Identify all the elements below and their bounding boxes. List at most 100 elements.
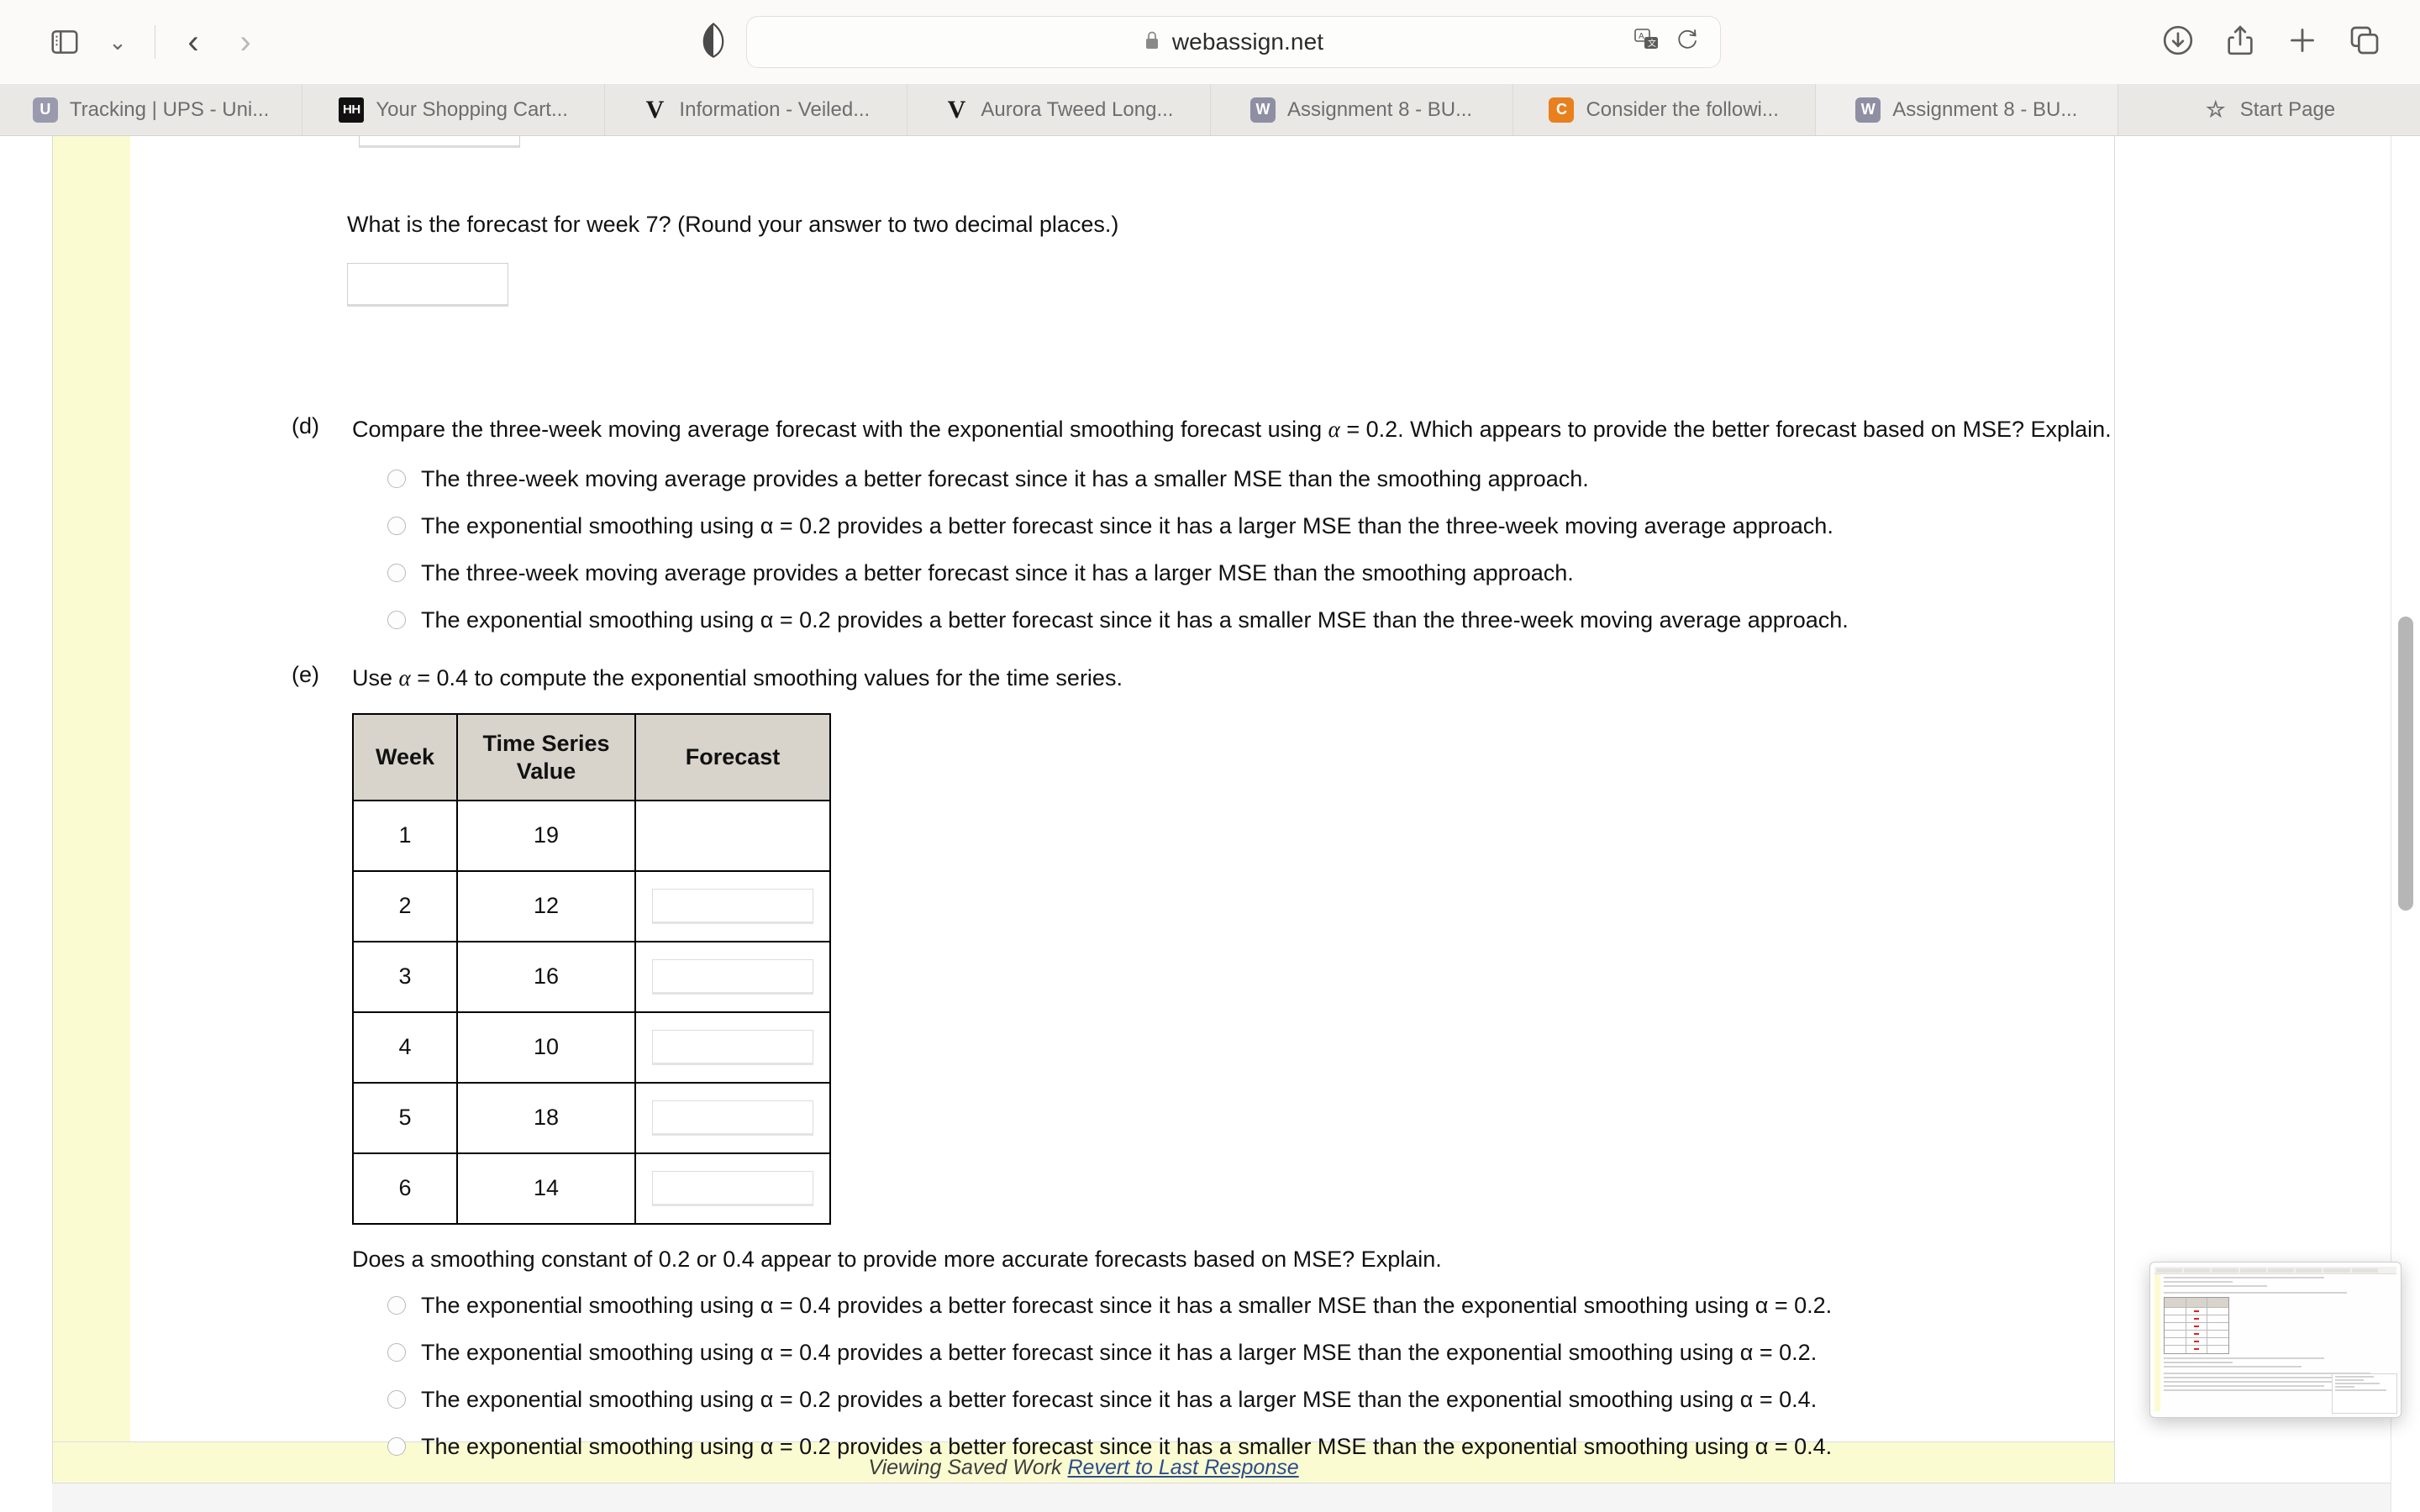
saved-work-stripe <box>53 136 130 1441</box>
radio-option-label: The exponential smoothing using α = 0.2 … <box>421 1387 1818 1413</box>
radio-button[interactable] <box>387 1390 406 1410</box>
radio-button[interactable] <box>387 611 406 630</box>
part-d-options: The three-week moving average provides a… <box>352 465 2266 635</box>
webassign-content: What is the forecast for week 7? (Round … <box>0 136 2420 1512</box>
share-icon[interactable] <box>2223 24 2257 61</box>
browser-chrome: ⌄ ‹ › webassign.net A 文 U Tracking | UPS… <box>0 0 2420 136</box>
radio-option[interactable]: The three-week moving average provides a… <box>352 465 2266 494</box>
table-row: 5 18 <box>352 1081 831 1154</box>
thumbnail-inset-preview <box>2332 1373 2397 1414</box>
browser-tab[interactable]: V Aurora Tweed Long... <box>908 84 1211 135</box>
forecast-input[interactable] <box>652 888 813 924</box>
forecast-input[interactable] <box>652 1170 813 1206</box>
forecast-input[interactable] <box>652 958 813 995</box>
table-head: Week Time Series Value Forecast <box>352 713 831 801</box>
radio-option[interactable]: The exponential smoothing using α = 0.2 … <box>352 1385 2266 1415</box>
tab-label: Tracking | UPS - Uni... <box>69 97 270 121</box>
part-e-content: Use α = 0.4 to compute the exponential s… <box>352 662 2266 1479</box>
reload-icon[interactable] <box>1676 28 1700 57</box>
tab-label: Aurora Tweed Long... <box>981 97 1174 121</box>
forecast-week7-prompt: What is the forecast for week 7? (Round … <box>347 212 1119 237</box>
chevron-down-icon[interactable]: ⌄ <box>91 16 143 68</box>
forecast-input[interactable] <box>652 1100 813 1136</box>
browser-tab[interactable]: C Consider the followi... <box>1512 84 1816 135</box>
question-part-d: (d) Compare the three-week moving averag… <box>292 413 2266 654</box>
url-text: webassign.net <box>1171 29 1324 55</box>
cell-forecast <box>634 1011 831 1084</box>
cell-week: 2 <box>352 869 458 942</box>
favicon-webassign-icon: W <box>1250 97 1276 123</box>
toolbar-right-group <box>2161 24 2381 61</box>
tab-label: Information - Veiled... <box>679 97 871 121</box>
browser-toolbar: ⌄ ‹ › webassign.net A 文 <box>0 0 2420 84</box>
favicon-hh-icon: HH <box>339 97 365 123</box>
part-d-prompt: Compare the three-week moving average fo… <box>352 413 2266 446</box>
radio-button[interactable] <box>387 1343 406 1362</box>
radio-button[interactable] <box>387 517 406 536</box>
radio-option[interactable]: The exponential smoothing using α = 0.4 … <box>352 1291 2266 1320</box>
browser-tab[interactable]: U Tracking | UPS - Uni... <box>0 84 303 135</box>
browser-tab-active[interactable]: W Assignment 8 - BU... <box>1815 84 2118 135</box>
scrollbar-thumb[interactable] <box>2398 617 2413 911</box>
downloads-icon[interactable] <box>2161 24 2195 61</box>
cell-week: 6 <box>352 1152 458 1225</box>
column-header-time-series-value: Time Series Value <box>456 713 636 801</box>
browser-tab[interactable]: HH Your Shopping Cart... <box>302 84 606 135</box>
question-panel: What is the forecast for week 7? (Round … <box>52 136 2115 1496</box>
browser-tab[interactable]: V Information - Veiled... <box>605 84 908 135</box>
radio-option[interactable]: The exponential smoothing using α = 0.2 … <box>352 512 2266 541</box>
cell-time-series-value: 12 <box>456 869 636 942</box>
table-row: 1 19 <box>352 799 831 872</box>
time-series-table: Week Time Series Value Forecast 1 19 2 1… <box>352 713 831 1225</box>
part-d-label: (d) <box>292 413 319 438</box>
table-row: 6 14 <box>352 1152 831 1225</box>
part-d-prompt-post: = 0.2. Which appears to provide the bett… <box>1339 417 2112 442</box>
radio-option[interactable]: The three-week moving average provides a… <box>352 559 2266 588</box>
part-e-prompt-post: = 0.4 to compute the exponential smoothi… <box>410 665 1123 690</box>
radio-button[interactable] <box>387 564 406 583</box>
plus-icon[interactable] <box>2286 24 2319 61</box>
cell-time-series-value: 14 <box>456 1152 636 1225</box>
toolbar-left-group: ⌄ ‹ › <box>39 16 271 68</box>
cell-week: 4 <box>352 1011 458 1084</box>
cell-time-series-value: 18 <box>456 1081 636 1154</box>
part-e-prompt: Use α = 0.4 to compute the exponential s… <box>352 662 2266 695</box>
radio-option-label: The exponential smoothing using α = 0.2 … <box>421 607 1849 633</box>
alpha-symbol: α <box>398 665 411 690</box>
address-bar-group: webassign.net A 文 <box>699 16 1721 68</box>
star-icon: ☆ <box>2206 97 2226 122</box>
tab-label: Your Shopping Cart... <box>376 97 568 121</box>
radio-option-label: The exponential smoothing using α = 0.2 … <box>421 513 1833 539</box>
forward-arrow-icon[interactable]: › <box>219 16 271 68</box>
cell-week: 1 <box>352 799 458 872</box>
question-panel-inner: What is the forecast for week 7? (Round … <box>53 136 2114 1459</box>
radio-option[interactable]: The exponential smoothing using α = 0.2 … <box>352 1432 2266 1462</box>
browser-tab[interactable]: W Assignment 8 - BU... <box>1210 84 1513 135</box>
radio-option-label: The exponential smoothing using α = 0.4 … <box>421 1340 1818 1366</box>
url-bar[interactable]: webassign.net A 文 <box>746 16 1721 68</box>
translate-icon[interactable]: A 文 <box>1634 28 1660 56</box>
cell-forecast <box>634 1081 831 1154</box>
tab-overview-icon[interactable] <box>2348 24 2381 61</box>
screenshot-thumbnail-preview[interactable] <box>2149 1262 2402 1418</box>
part-d-content: Compare the three-week moving average fo… <box>352 413 2266 654</box>
tab-label: Consider the followi... <box>1586 97 1779 121</box>
favicon-webassign-icon: W <box>1855 97 1881 123</box>
assignment-bottom-bar <box>52 1483 2420 1512</box>
forecast-input[interactable] <box>652 1029 813 1065</box>
radio-option[interactable]: The exponential smoothing using α = 0.4 … <box>352 1338 2266 1368</box>
part-d-prompt-pre: Compare the three-week moving average fo… <box>352 417 1328 442</box>
browser-tab-start-page[interactable]: ☆ Start Page <box>2118 84 2420 135</box>
radio-button[interactable] <box>387 470 406 489</box>
thumbnail-chrome <box>2154 1267 2396 1274</box>
back-arrow-icon[interactable]: ‹ <box>167 16 219 68</box>
privacy-shield-icon[interactable] <box>699 22 728 62</box>
radio-button[interactable] <box>387 1437 406 1457</box>
radio-button[interactable] <box>387 1295 406 1315</box>
radio-option-label: The three-week moving average provides a… <box>421 466 1589 492</box>
previous-answer-input[interactable] <box>359 136 520 148</box>
sidebar-icon[interactable] <box>39 16 91 68</box>
table-row: 4 10 <box>352 1011 831 1084</box>
forecast-week7-input[interactable] <box>347 263 508 307</box>
radio-option[interactable]: The exponential smoothing using α = 0.2 … <box>352 606 2266 635</box>
